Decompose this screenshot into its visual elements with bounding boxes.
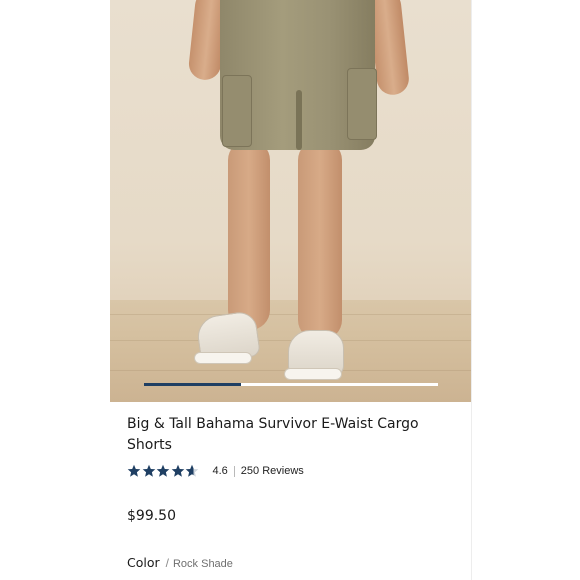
product-title: Big & Tall Bahama Survivor E-Waist Cargo… xyxy=(127,416,419,453)
floor-board-line xyxy=(110,314,471,315)
product-image[interactable] xyxy=(110,0,471,402)
star-icon xyxy=(127,464,141,478)
color-separator: / xyxy=(165,556,169,570)
gallery-progress-bar[interactable] xyxy=(144,383,438,386)
gallery-progress-fill xyxy=(144,383,242,386)
shorts-inseam xyxy=(296,90,302,150)
color-value: Rock Shade xyxy=(172,558,233,570)
color-selector-label: Color / Rock Shade xyxy=(127,555,233,570)
cargo-pocket-left xyxy=(222,75,252,147)
right-leg xyxy=(298,140,342,340)
cargo-pocket-right xyxy=(347,68,377,140)
product-page: Big & Tall Bahama Survivor E-Waist Cargo… xyxy=(110,0,471,580)
star-icon xyxy=(185,464,199,478)
color-label: Color xyxy=(127,555,160,570)
right-margin xyxy=(471,0,580,580)
product-price: $99.50 xyxy=(127,508,176,524)
star-icon xyxy=(142,464,156,478)
star-icon xyxy=(156,464,170,478)
reviews-link[interactable]: 250 Reviews xyxy=(241,465,304,477)
left-leg xyxy=(228,140,270,330)
star-icon xyxy=(171,464,185,478)
rating-row[interactable]: 4.6 250 Reviews xyxy=(127,462,304,480)
rating-divider xyxy=(233,465,235,477)
left-shoe-sole xyxy=(194,352,252,364)
rating-stars xyxy=(127,464,200,478)
left-margin xyxy=(0,0,111,580)
right-shoe-sole xyxy=(284,368,342,380)
rating-value: 4.6 xyxy=(212,465,228,477)
